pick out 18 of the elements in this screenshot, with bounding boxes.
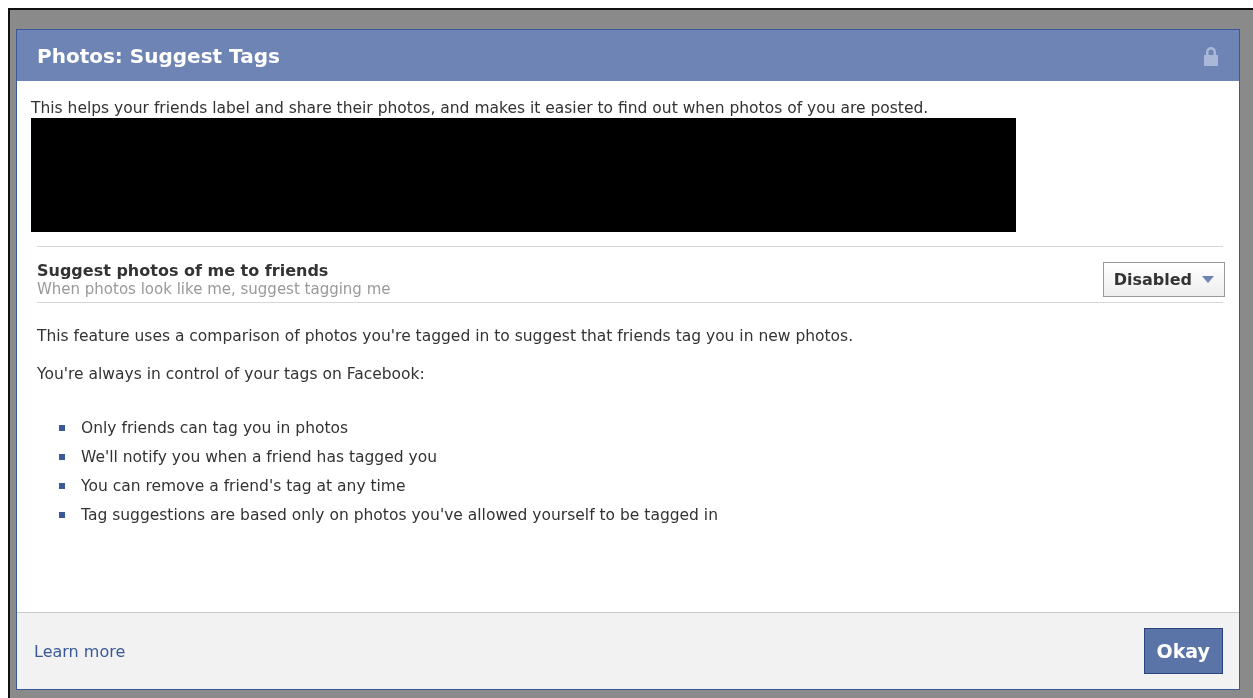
list-item-text: Tag suggestions are based only on photos you've allowed yourself to be tagged in [81, 506, 718, 524]
bullet-icon [59, 483, 65, 489]
intro-text: This helps your friends label and share their photos, and makes it easier to find out when photos of you are posted. [31, 99, 930, 117]
okay-button[interactable]: Okay [1143, 628, 1223, 674]
bullet-icon [59, 454, 65, 460]
caret-icon [1202, 276, 1214, 283]
list-item-text: Only friends can tag you in photos [81, 419, 349, 437]
setting-hint: When photos look like me, suggest tagging me [37, 280, 391, 298]
bullet-icon [59, 425, 65, 431]
list-item-text: We'll notify you when a friend has tagged you [81, 448, 437, 466]
bullet-icon [59, 512, 65, 518]
list-item-text: You can remove a friend's tag at any time [81, 477, 406, 495]
setting-label: Suggest photos of me to friends [37, 261, 330, 280]
dialog-title: Photos: Suggest Tags [37, 43, 280, 68]
privacy-dropdown[interactable]: Disabled [1102, 262, 1225, 297]
description-text: This feature uses a comparison of photos you're tagged in to suggest that friends tag you in new photos. [37, 327, 855, 345]
description-text: You're always in control of your tags on Facebook: [37, 365, 426, 383]
learn-more-link[interactable]: Learn more [34, 641, 126, 661]
